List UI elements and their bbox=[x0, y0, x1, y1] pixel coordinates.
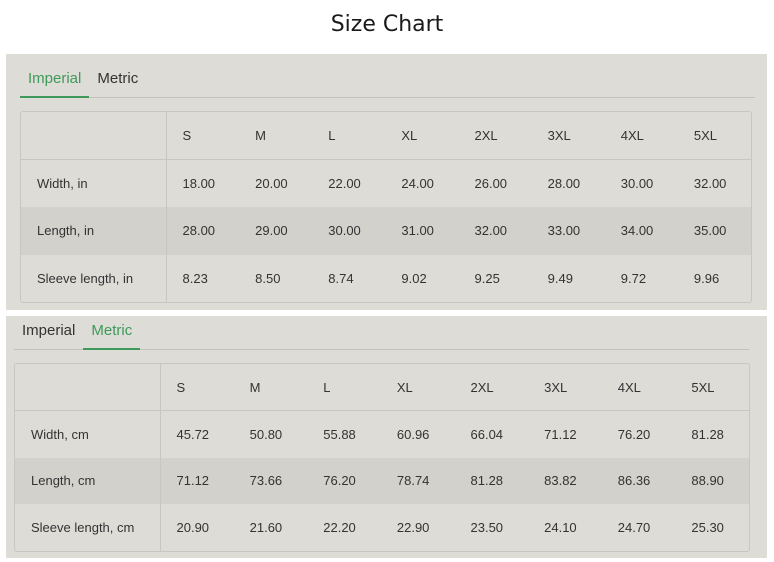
table-cell: 32.00 bbox=[458, 207, 532, 255]
table-cell: 28.00 bbox=[547, 176, 581, 191]
table-cell: 22.00 bbox=[328, 176, 361, 191]
table-cell: 83.82 bbox=[528, 457, 602, 505]
tab-metric[interactable]: Metric bbox=[89, 70, 146, 98]
size-header: M bbox=[249, 379, 261, 395]
table-cell: 81.28 bbox=[691, 426, 724, 442]
table-row: Length, in 28.00 29.00 30.00 31.00 32.00… bbox=[21, 207, 751, 255]
table-cell: 24.10 bbox=[544, 520, 577, 536]
table-cell: 31.00 bbox=[385, 207, 459, 255]
row-label: Length, cm bbox=[15, 457, 161, 505]
table-cell: 35.00 bbox=[677, 207, 751, 255]
size-header: XL bbox=[401, 128, 418, 143]
tab-imperial[interactable]: Imperial bbox=[14, 322, 83, 350]
table-cell: 28.00 bbox=[166, 207, 240, 255]
table-cell: 22.90 bbox=[396, 520, 430, 536]
table-cell: 30.00 bbox=[312, 207, 386, 255]
row-label: Sleeve length, cm bbox=[15, 504, 161, 551]
imperial-size-table: S M L XL 2XL 3XL 4XL 5XL Width, in 18.00… bbox=[20, 111, 752, 303]
table-cell: 78.74 bbox=[380, 457, 455, 505]
table-cell: 29.00 bbox=[239, 207, 313, 255]
size-header: 2XL bbox=[470, 379, 494, 395]
table-cell: 55.88 bbox=[323, 426, 356, 442]
table-cell: 9.96 bbox=[693, 270, 720, 286]
size-header: 5XL bbox=[691, 379, 715, 395]
table-row: Width, cm 45.72 50.80 55.88 60.96 66.04 … bbox=[15, 410, 749, 458]
row-label: Length, in bbox=[21, 207, 167, 255]
tab-imperial[interactable]: Imperial bbox=[20, 70, 90, 98]
table-cell: 73.66 bbox=[233, 457, 308, 505]
table-cell: 24.70 bbox=[617, 520, 651, 536]
size-header: 3XL bbox=[547, 128, 571, 143]
size-header: L bbox=[328, 128, 336, 143]
page-title: Size Chart bbox=[330, 12, 444, 37]
row-label: Sleeve length, in bbox=[21, 254, 167, 302]
table-cell: 66.04 bbox=[470, 426, 504, 442]
table-row: Width, in 18.00 20.00 22.00 24.00 26.00 … bbox=[21, 159, 751, 207]
size-header: 5XL bbox=[693, 128, 718, 143]
size-header: 4XL bbox=[617, 379, 641, 395]
table-cell: 32.00 bbox=[693, 176, 727, 191]
size-header: XL bbox=[396, 379, 413, 395]
table-cell: 21.60 bbox=[249, 520, 283, 536]
table-row: Length, cm 71.12 73.66 76.20 78.74 81.28… bbox=[15, 457, 749, 505]
row-label: Width, cm bbox=[15, 410, 161, 458]
table-cell: 71.12 bbox=[544, 426, 577, 442]
metric-size-table: S M L XL 2XL 3XL 4XL 5XL Width, cm 45.72… bbox=[14, 363, 750, 552]
size-header: S bbox=[182, 128, 192, 143]
table-cell: 76.20 bbox=[617, 426, 651, 442]
table-cell: 9.49 bbox=[547, 270, 573, 286]
table-cell: 8.50 bbox=[255, 270, 281, 286]
table-cell: 34.00 bbox=[604, 207, 678, 255]
table-cell: 88.90 bbox=[675, 457, 749, 505]
unit-tabs: Imperial Metric bbox=[14, 316, 749, 350]
metric-size-panel: Imperial Metric S M L XL 2XL 3XL 4XL 5XL… bbox=[6, 316, 767, 558]
table-cell: 81.28 bbox=[454, 457, 529, 505]
table-cell: 8.23 bbox=[182, 270, 208, 286]
table-cell: 9.25 bbox=[474, 270, 500, 286]
table-cell: 30.00 bbox=[620, 176, 654, 191]
table-cell: 8.74 bbox=[328, 270, 354, 286]
table-header-row: S M L XL 2XL 3XL 4XL 5XL bbox=[15, 364, 749, 411]
table-cell: 45.72 bbox=[176, 426, 210, 442]
table-row: Sleeve length, in 8.23 8.50 8.74 9.02 9.… bbox=[21, 254, 751, 302]
row-label: Width, in bbox=[21, 159, 167, 207]
table-cell: 9.02 bbox=[401, 270, 427, 286]
table-cell: 20.00 bbox=[255, 176, 288, 191]
table-cell: 18.00 bbox=[182, 176, 216, 191]
table-cell: 33.00 bbox=[531, 207, 605, 255]
table-cell: 86.36 bbox=[601, 457, 676, 505]
size-header: 2XL bbox=[474, 128, 498, 143]
table-cell: 26.00 bbox=[474, 176, 508, 191]
table-cell: 20.90 bbox=[176, 520, 210, 536]
header-corner-cell bbox=[21, 112, 167, 160]
unit-tabs: Imperial Metric bbox=[20, 64, 755, 98]
size-header: 3XL bbox=[544, 379, 568, 395]
table-cell: 9.72 bbox=[620, 270, 647, 286]
table-cell: 50.80 bbox=[249, 426, 283, 442]
size-header: M bbox=[255, 128, 266, 143]
tab-metric[interactable]: Metric bbox=[83, 322, 141, 350]
table-cell: 22.20 bbox=[323, 520, 356, 536]
table-cell: 23.50 bbox=[470, 520, 504, 536]
size-header: 4XL bbox=[620, 128, 644, 143]
table-cell: 24.00 bbox=[401, 176, 434, 191]
table-cell: 25.30 bbox=[691, 520, 724, 536]
imperial-size-panel: Imperial Metric S M L XL 2XL 3XL 4XL 5XL… bbox=[6, 54, 767, 310]
size-header: S bbox=[176, 379, 186, 395]
table-row: Sleeve length, cm 20.90 21.60 22.20 22.9… bbox=[15, 504, 749, 551]
table-cell: 60.96 bbox=[396, 426, 430, 442]
size-header: L bbox=[323, 379, 331, 395]
table-header-row: S M L XL 2XL 3XL 4XL 5XL bbox=[21, 112, 751, 160]
header-corner-cell bbox=[15, 364, 161, 411]
table-cell: 76.20 bbox=[307, 457, 381, 505]
table-cell: 71.12 bbox=[160, 457, 234, 505]
